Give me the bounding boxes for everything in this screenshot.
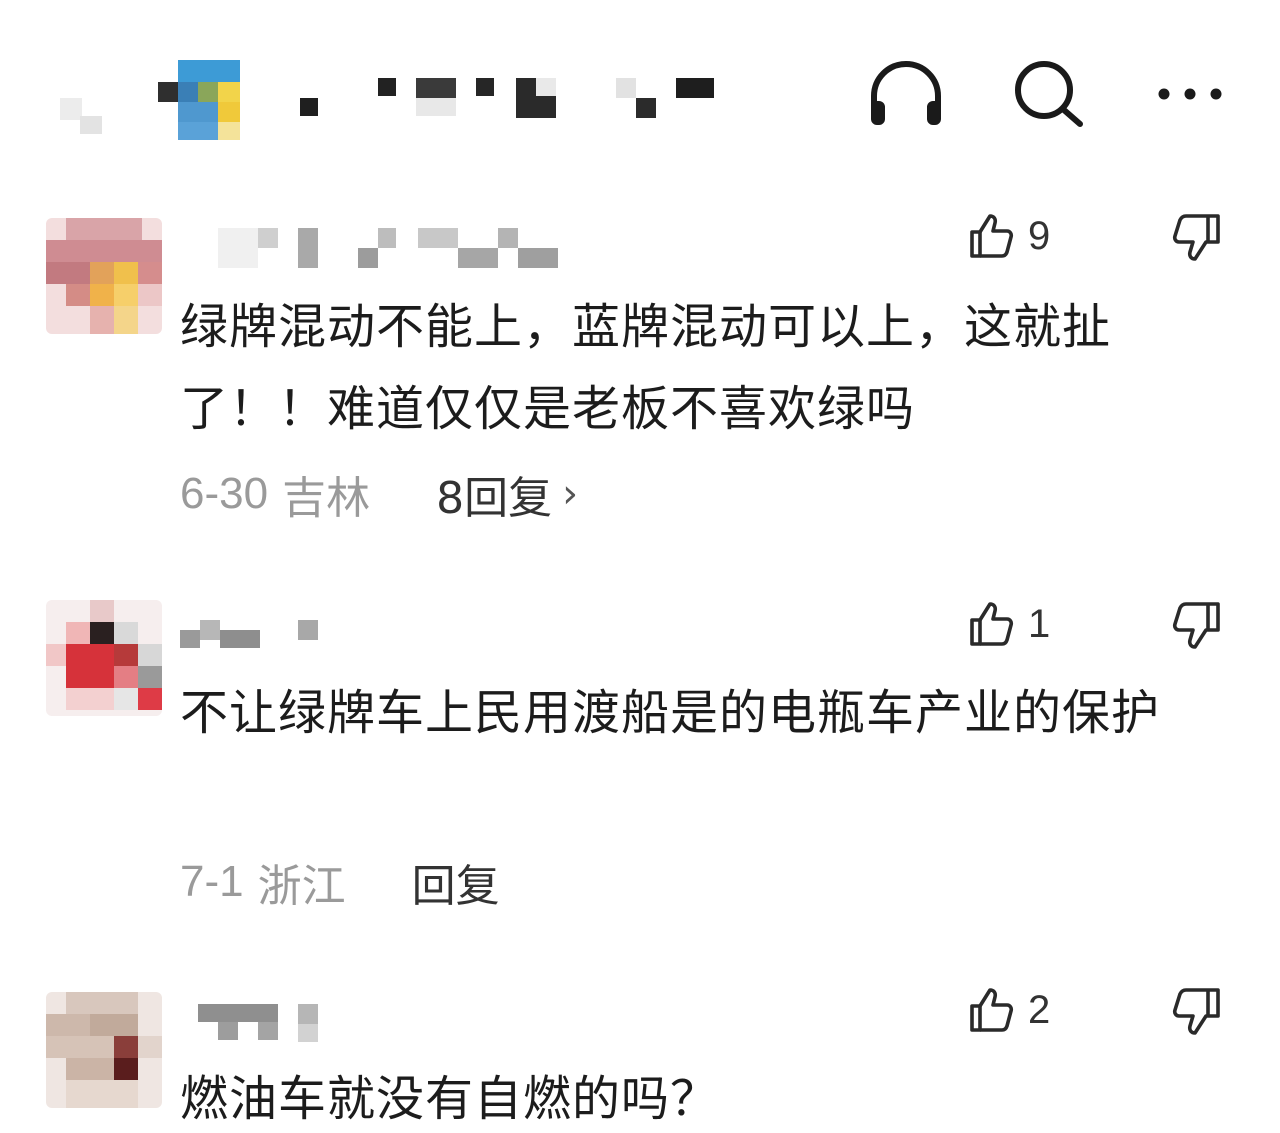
dislike-button[interactable] [1168,596,1228,652]
like-button[interactable]: 1 [966,596,1086,652]
headphones-icon[interactable] [864,52,948,136]
username[interactable] [180,990,580,1060]
top-bar [0,0,1280,170]
comment-item: 2 燃油车就没有自燃的吗？ [0,980,1280,1133]
comment-date: 6-30 [180,469,269,518]
comment-meta: 7-1 浙江 回复 [180,852,500,912]
avatar[interactable] [46,218,162,334]
comment-date: 7-1 [180,857,244,906]
comment-location: 浙江 [257,861,346,912]
comment-meta: 6-30 吉林 8回复 › [180,464,578,524]
like-count: 1 [1028,601,1051,646]
search-icon[interactable] [1006,52,1090,136]
thumbs-up-icon [970,214,1014,258]
thumbs-down-icon [1172,214,1220,261]
thumbs-up-icon [970,988,1014,1032]
dislike-button[interactable] [1168,982,1228,1038]
comment-location: 吉林 [282,473,371,524]
more-icon[interactable] [1148,52,1232,136]
reply-label: 回复 [411,861,500,912]
username[interactable] [180,218,580,288]
thumbs-down-icon [1172,602,1220,649]
comment-text: 绿牌混动不能上，蓝牌混动可以上，这就扯了！！难道仅仅是老板不喜欢绿吗 [180,299,1112,437]
comment-item: 1 不让绿牌车上民用渡船是的电瓶车产业的保护 7-1 浙江 回复 [0,590,1280,930]
back-button[interactable] [50,90,110,140]
reply-button[interactable]: 回复 [412,850,500,914]
reply-button[interactable]: 8回复 › [436,462,578,526]
username[interactable] [180,600,580,670]
chevron-right-icon: › [562,471,579,517]
comment-item: 9 绿牌混动不能上，蓝牌混动可以上，这就扯了！！难道仅仅是老板不喜欢绿吗 6-3… [0,200,1280,540]
comment-text: 燃油车就没有自燃的吗？ [180,1071,720,1127]
thumbs-up-icon [970,602,1014,646]
avatar[interactable] [46,992,162,1108]
comment-text: 不让绿牌车上民用渡船是的电瓶车产业的保护 [180,685,1161,741]
avatar[interactable] [46,600,162,716]
dislike-button[interactable] [1168,208,1228,264]
channel-avatar[interactable] [158,60,240,140]
thumbs-down-icon [1172,988,1220,1035]
like-button[interactable]: 2 [966,982,1086,1038]
like-count: 2 [1028,987,1051,1032]
channel-name [296,74,726,124]
like-count: 9 [1028,213,1051,258]
like-button[interactable]: 9 [966,208,1086,264]
reply-label: 8回复 [436,473,553,524]
